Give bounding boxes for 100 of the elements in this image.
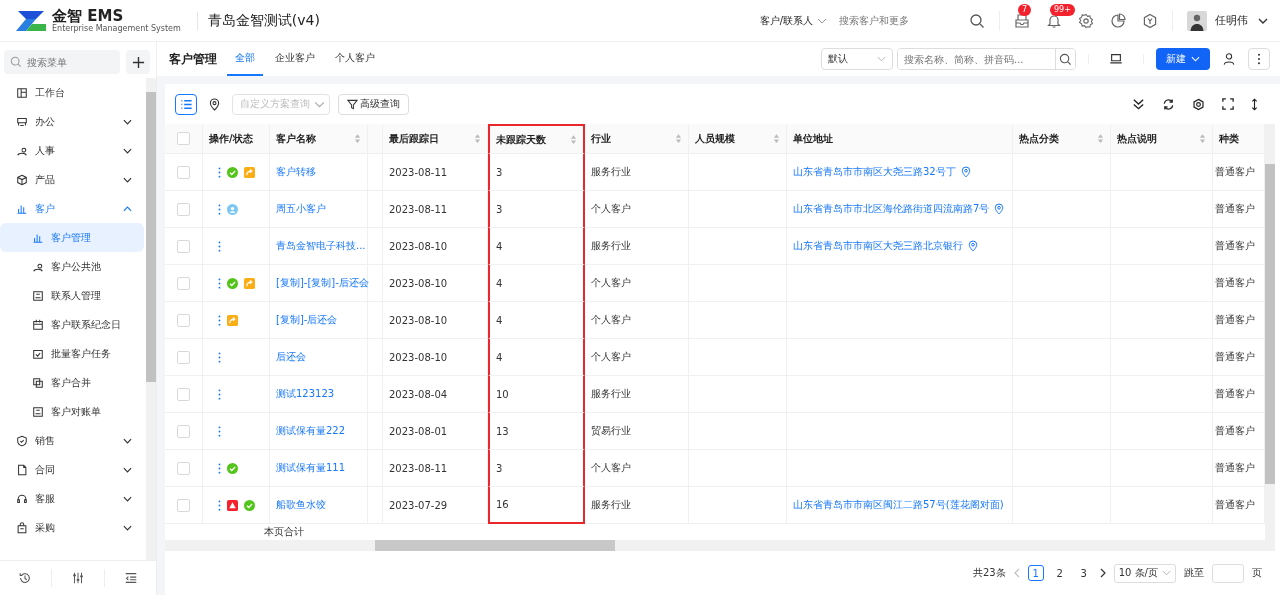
chevron-up-icon[interactable] <box>123 205 132 212</box>
settings-icon[interactable] <box>1192 97 1205 111</box>
more-actions-icon[interactable] <box>218 277 221 289</box>
address-link[interactable]: 山东省青岛市市北区海伦路街道四流南路7号 <box>793 202 990 216</box>
row-checkbox[interactable] <box>177 202 190 216</box>
tab[interactable]: 企业客户 <box>267 42 323 76</box>
tab[interactable]: 个人客户 <box>327 42 383 76</box>
submenu-item[interactable]: 客户联系纪念日 <box>0 310 144 339</box>
headset-icon[interactable] <box>16 492 28 505</box>
more-actions-icon[interactable] <box>218 425 221 437</box>
scrollbar[interactable] <box>165 540 1275 551</box>
address-link[interactable]: 山东省青岛市市南区大尧三路32号丁 <box>793 165 956 179</box>
dashboard-icon[interactable] <box>16 86 28 99</box>
chevron-down-icon[interactable] <box>123 176 132 183</box>
row-checkbox[interactable] <box>177 165 190 179</box>
sliders-icon[interactable] <box>70 571 85 585</box>
chevron-down-icon[interactable] <box>123 495 132 502</box>
collapse-menu-icon[interactable] <box>124 571 139 585</box>
menu-item[interactable]: 工作台 <box>0 78 146 107</box>
menu-item[interactable]: 产品 <box>0 165 146 194</box>
tab[interactable]: 全部 <box>227 42 263 76</box>
add-button[interactable] <box>126 50 150 74</box>
chevron-down-icon[interactable] <box>123 466 132 473</box>
more-actions-icon[interactable] <box>218 240 221 252</box>
column-header[interactable]: 未跟踪天数 <box>488 124 585 154</box>
expand-all-icon[interactable] <box>1132 97 1145 111</box>
page-button[interactable]: 3 <box>1075 565 1092 581</box>
row-checkbox[interactable] <box>177 461 190 475</box>
inbox-icon[interactable] <box>1014 12 1030 29</box>
location-pin-icon[interactable] <box>209 97 220 111</box>
card-icon[interactable] <box>32 289 44 302</box>
column-header[interactable]: 操作/状态 <box>203 124 270 154</box>
address-link[interactable]: 山东省青岛市市南区大尧三路北京银行 <box>793 239 963 253</box>
column-header[interactable]: 行业 <box>585 124 689 154</box>
submenu-item[interactable]: 联系人管理 <box>0 281 144 310</box>
bag-icon[interactable] <box>16 521 28 534</box>
submenu-item[interactable]: 批量客户任务 <box>0 339 144 368</box>
view-dropdown[interactable]: 默认 <box>821 48 893 70</box>
user-icon[interactable] <box>1222 52 1236 66</box>
menu-item[interactable]: 人事 <box>0 136 146 165</box>
customer-name-link[interactable]: 客户转移 <box>276 165 316 179</box>
more-actions-icon[interactable] <box>218 462 221 474</box>
chevron-down-icon[interactable] <box>123 118 132 125</box>
customer-name-link[interactable]: 测试保有量111 <box>276 461 346 475</box>
row-checkbox[interactable] <box>177 498 190 512</box>
avatar[interactable] <box>1187 10 1207 31</box>
column-header[interactable]: 热点分类 <box>1013 124 1111 154</box>
page-button[interactable]: 1 <box>1027 565 1044 581</box>
column-header[interactable]: 客户名称 <box>270 124 368 154</box>
history-icon[interactable] <box>17 571 32 585</box>
submenu-item[interactable]: 客户合并 <box>0 368 144 397</box>
address-link[interactable]: 山东省青岛市市南区闽江二路57号(莲花阁对面) <box>793 498 1004 512</box>
menu-item[interactable]: 采购 <box>0 513 146 542</box>
page-button[interactable]: 2 <box>1051 565 1068 581</box>
user-name[interactable]: 任明伟 <box>1215 13 1248 28</box>
column-header[interactable]: 单位地址 <box>787 124 1013 154</box>
column-header[interactable]: 人员规模 <box>689 124 787 154</box>
copy-icon[interactable] <box>32 376 44 389</box>
row-checkbox[interactable] <box>177 424 190 438</box>
fullscreen-icon[interactable] <box>1222 98 1234 110</box>
submenu-item[interactable]: 客户对账单 <box>0 397 144 426</box>
page-size-dropdown[interactable]: 10 条/页 <box>1113 563 1176 583</box>
customer-name-link[interactable]: 测试123123 <box>276 387 335 401</box>
more-actions-icon[interactable] <box>218 499 221 511</box>
refresh-icon[interactable] <box>1162 97 1175 111</box>
column-header[interactable]: 种类 <box>1213 124 1265 154</box>
more-actions-icon[interactable] <box>218 166 221 178</box>
next-page-icon[interactable] <box>1099 568 1106 578</box>
row-checkbox[interactable] <box>177 276 190 290</box>
menu-item[interactable]: 客户 <box>0 194 146 223</box>
chevron-down-icon[interactable] <box>123 437 132 444</box>
desk-icon[interactable] <box>16 115 28 128</box>
select-all-checkbox[interactable] <box>177 132 190 145</box>
more-actions-icon[interactable] <box>218 351 221 363</box>
global-search-field[interactable]: 搜索客户和更多 <box>837 14 961 27</box>
chevron-down-icon[interactable] <box>123 147 132 154</box>
row-checkbox[interactable] <box>177 313 190 327</box>
card-icon[interactable] <box>32 405 44 418</box>
submenu-item[interactable]: 客户管理 <box>0 223 144 252</box>
more-actions-icon[interactable] <box>218 388 221 400</box>
scrollbar[interactable] <box>146 78 156 560</box>
advanced-search-button[interactable]: 高级查询 <box>338 93 409 115</box>
customer-name-link[interactable]: 后还会 <box>276 350 306 364</box>
checklist-icon[interactable] <box>32 347 44 360</box>
menu-search-field[interactable]: 搜索菜单 <box>4 50 120 74</box>
column-header[interactable]: 热点说明 <box>1111 124 1213 154</box>
search-box[interactable]: 搜索名称、简称、拼音码... <box>897 48 1076 70</box>
search-icon[interactable] <box>969 12 985 29</box>
shield-icon[interactable] <box>16 434 28 447</box>
customer-name-link[interactable]: [复制]-后还会 <box>276 313 338 327</box>
document-icon[interactable] <box>16 463 28 476</box>
more-icon[interactable] <box>1257 53 1261 65</box>
cube-icon[interactable] <box>16 173 28 186</box>
submenu-item[interactable]: 客户公共池 <box>0 252 144 281</box>
caret-icon[interactable] <box>1258 17 1268 24</box>
column-header[interactable]: 最后跟踪日 <box>383 124 488 154</box>
hexagon-icon[interactable] <box>1142 12 1158 29</box>
monitor-icon[interactable] <box>1109 52 1123 66</box>
customer-name-link[interactable]: 周五小客户 <box>276 202 326 216</box>
customer-name-link[interactable]: 青岛金智电子科技... <box>276 239 366 253</box>
